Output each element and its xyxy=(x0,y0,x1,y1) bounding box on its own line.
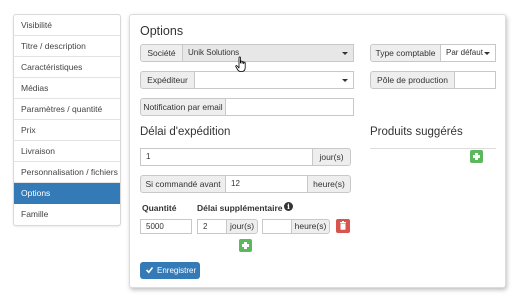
row-days-unit: jour(s) xyxy=(226,219,258,234)
col-quantite: Quantité xyxy=(142,203,177,213)
hand-cursor-icon xyxy=(235,56,246,72)
chevron-down-icon xyxy=(484,52,490,55)
row-quantity-input[interactable]: 5000 xyxy=(140,219,192,234)
pole-production-label: Pôle de production xyxy=(370,71,455,89)
row-hours-input[interactable] xyxy=(262,219,292,234)
add-row-button[interactable] xyxy=(239,239,252,252)
delete-row-button[interactable] xyxy=(336,219,350,233)
sidebar-item-famille[interactable]: Famille xyxy=(14,204,120,225)
add-suggested-product-button[interactable] xyxy=(470,150,483,163)
chevron-down-icon xyxy=(342,79,348,82)
notification-email-input[interactable] xyxy=(225,98,354,116)
societe-value: Unik Solutions xyxy=(188,48,240,57)
sidebar-item-prix[interactable]: Prix xyxy=(14,120,120,141)
if-ordered-hours-unit: heure(s) xyxy=(307,175,351,193)
if-ordered-label: Si commandé avant xyxy=(140,175,226,193)
check-icon xyxy=(146,267,153,274)
section-divider xyxy=(370,148,496,149)
sidebar-item-options[interactable]: Options xyxy=(14,183,120,204)
societe-label: Société xyxy=(140,44,183,62)
if-ordered-hours-input[interactable]: 12 xyxy=(225,175,308,193)
notification-label: Notification par email xyxy=(140,98,226,116)
sidebar-item-parametres-quantite[interactable]: Paramètres / quantité xyxy=(14,99,120,120)
sidebar-item-visibilite[interactable]: Visibilité xyxy=(14,15,120,36)
delai-expedition-heading: Délai d'expédition xyxy=(140,126,231,138)
save-button[interactable]: Enregistrer xyxy=(140,262,200,279)
sidebar-item-caracteristiques[interactable]: Caractéristiques xyxy=(14,57,120,78)
pole-production-input[interactable] xyxy=(454,71,496,89)
delai-days-input[interactable]: 1 xyxy=(140,148,313,166)
expediteur-select[interactable] xyxy=(194,71,354,89)
sidebar-nav: Visibilité Titre / description Caractéri… xyxy=(13,14,121,226)
options-panel: Options Société Unik Solutions Expéditeu… xyxy=(129,14,506,288)
sidebar-item-titre-description[interactable]: Titre / description xyxy=(14,36,120,57)
sidebar-item-personnalisation[interactable]: Personnalisation / fichiers xyxy=(14,162,120,183)
page-title: Options xyxy=(140,24,184,38)
row-days-input[interactable]: 2 xyxy=(197,219,227,234)
delai-days-unit: jour(s) xyxy=(312,148,351,166)
chevron-down-icon xyxy=(342,52,348,55)
sidebar-item-livraison[interactable]: Livraison xyxy=(14,141,120,162)
info-icon[interactable]: i xyxy=(284,202,293,211)
type-comptable-value: Par défaut xyxy=(446,48,483,57)
save-button-label: Enregistrer xyxy=(157,266,197,275)
row-hours-unit: heure(s) xyxy=(291,219,330,234)
col-delai-supplementaire: Délai supplémentaire xyxy=(197,203,283,213)
type-comptable-label: Type comptable xyxy=(370,44,441,62)
trash-icon xyxy=(340,221,346,230)
sidebar-item-medias[interactable]: Médias xyxy=(14,78,120,99)
type-comptable-select[interactable]: Par défaut xyxy=(440,44,496,62)
societe-select[interactable]: Unik Solutions xyxy=(182,44,354,62)
expediteur-label: Expéditeur xyxy=(140,71,195,89)
produits-suggeres-heading: Produits suggérés xyxy=(370,126,463,138)
